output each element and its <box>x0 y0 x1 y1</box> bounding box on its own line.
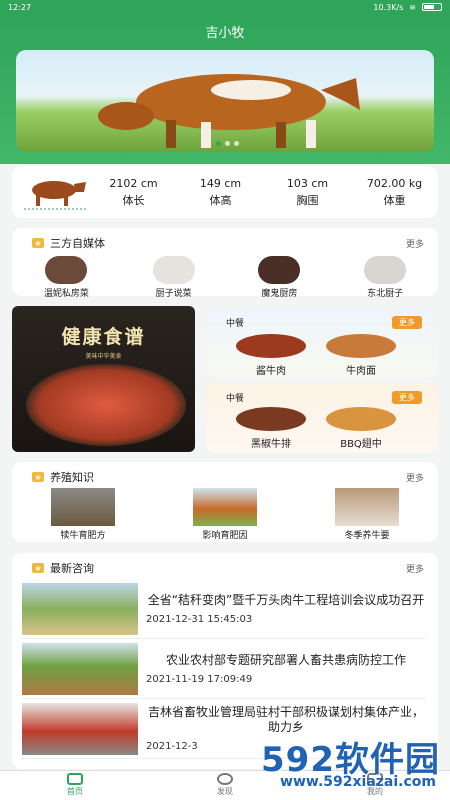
meal-more-button[interactable]: 更多 <box>392 316 422 329</box>
avatar <box>45 256 88 284</box>
news-image <box>22 582 138 635</box>
dish-item[interactable]: BBQ翅中 <box>326 407 396 450</box>
breeding-section-title: 养殖知识 <box>50 471 94 484</box>
dish-image <box>326 334 396 358</box>
watermark: 592软件园 www.592xiazai.com <box>220 732 440 790</box>
meal-card[interactable]: 中餐 更多 黑椒牛排 BBQ翅中 <box>206 383 438 453</box>
meal-more-button[interactable]: 更多 <box>392 391 422 404</box>
home-icon <box>67 773 83 785</box>
avatar <box>364 256 407 284</box>
meal-tag: 中餐 <box>226 394 245 404</box>
carousel-dots <box>216 141 239 146</box>
dish-image <box>236 407 306 431</box>
status-bar: 12:27 10.3K/s ≋ <box>0 0 450 14</box>
news-item[interactable]: 农业农村部专题研究部署人畜共患病防控工作 2021-11-19 17:09:49 <box>22 639 426 699</box>
stat-height: 149 cm 体高 <box>199 176 242 207</box>
wifi-icon: ≋ <box>409 2 416 12</box>
stat-weight: 702.00 kg 体重 <box>366 176 423 207</box>
avatar <box>152 256 195 284</box>
star-icon: ★ <box>32 563 44 573</box>
app-title: 吉小牧 <box>205 26 245 41</box>
poster-title: 健康食谱 <box>61 326 146 348</box>
meal-card[interactable]: 中餐 更多 酱牛肉 牛肉面 <box>206 308 438 378</box>
cow-icon <box>24 181 86 210</box>
media-item[interactable]: 魔鬼厨房 <box>258 256 301 299</box>
breeding-item[interactable]: 冬季养牛要 <box>335 488 399 541</box>
dish-item[interactable]: 黑椒牛排 <box>236 407 306 450</box>
breeding-item[interactable]: 犊牛育肥方 <box>51 488 115 541</box>
news-item[interactable]: 全省“秸秆变肉”暨千万头肉牛工程培训会议成功召开 2021-12-31 15:4… <box>22 579 426 639</box>
banner-carousel[interactable] <box>16 50 434 152</box>
status-time: 12:27 <box>8 2 32 12</box>
media-item[interactable]: 温妮私房菜 <box>44 256 89 299</box>
media-item[interactable]: 东北厨子 <box>364 256 407 299</box>
media-item[interactable]: 厨子说菜 <box>152 256 195 299</box>
cow-stats-card: 2102 cm 体长 149 cm 体高 103 cm 胸围 702.00 kg… <box>12 166 438 218</box>
avatar <box>258 256 301 284</box>
dish-item[interactable]: 酱牛肉 <box>236 334 306 377</box>
news-title: 吉林省畜牧业管理局驻村干部积极谋划村集体产业，助力乡 <box>147 705 424 734</box>
news-image <box>22 702 138 755</box>
stat-chest: 103 cm 胸围 <box>286 176 329 207</box>
news-date: 2021-12-31 15:45:03 <box>146 613 253 625</box>
hotpot-image <box>26 364 186 446</box>
news-image <box>22 642 138 695</box>
news-title: 全省“秸秆变肉”暨千万头肉牛工程培训会议成功召开 <box>147 592 425 607</box>
media-section: ★ 三方自媒体 更多 温妮私房菜 厨子说菜 魔鬼厨房 东北厨子 <box>12 228 438 299</box>
poster-subtitle: 美味中华美食 <box>85 353 122 360</box>
cow-image <box>193 488 257 526</box>
dish-image <box>236 334 306 358</box>
meal-tag: 中餐 <box>226 319 245 329</box>
breeding-item[interactable]: 影响育肥因 <box>193 488 257 541</box>
breeding-more-link[interactable]: 更多 <box>406 471 424 484</box>
stat-length: 2102 cm 体长 <box>109 176 158 207</box>
watermark-url: www.592xiazai.com <box>280 774 436 790</box>
media-more-link[interactable]: 更多 <box>406 237 424 250</box>
tab-home[interactable]: 首页 <box>67 771 83 800</box>
breeding-section: ★ 养殖知识 更多 犊牛育肥方 影响育肥因 冬季养牛要 <box>12 462 438 542</box>
news-section-title: 最新咨询 <box>50 562 94 575</box>
media-section-title: 三方自媒体 <box>50 237 105 250</box>
star-icon: ★ <box>32 238 44 248</box>
news-title: 农业农村部专题研究部署人畜共患病防控工作 <box>165 652 406 667</box>
cattle-image <box>335 488 399 526</box>
dish-image <box>326 407 396 431</box>
news-date: 2021-11-19 17:09:49 <box>146 673 253 685</box>
status-speed: 10.3K/s <box>373 2 404 12</box>
cow-banner-image <box>98 74 360 148</box>
star-icon: ★ <box>32 472 44 482</box>
news-more-link[interactable]: 更多 <box>406 562 424 575</box>
barn-image <box>51 488 115 526</box>
recipe-poster[interactable]: 健康食谱 美味中华美食 <box>12 306 195 452</box>
dish-item[interactable]: 牛肉面 <box>326 334 396 377</box>
battery-icon <box>422 3 442 11</box>
